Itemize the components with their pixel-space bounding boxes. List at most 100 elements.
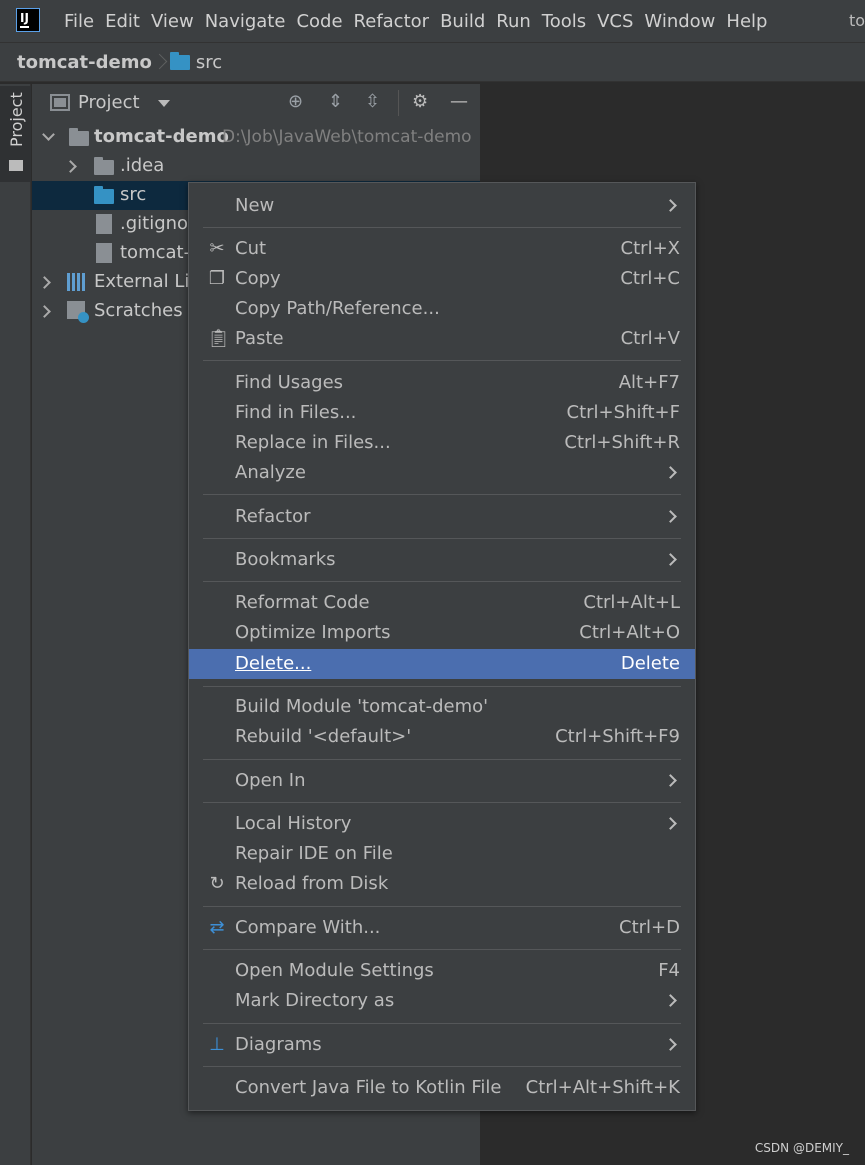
watermark: CSDN @DEMIY_ — [754, 1141, 849, 1155]
chevron-down-icon[interactable] — [42, 128, 55, 141]
chevron-right-icon — [664, 199, 677, 212]
menu-item-cut[interactable]: ✂ Cut Ctrl+X — [189, 234, 695, 264]
menu-separator — [203, 494, 681, 495]
menu-item-build-module[interactable]: Build Module 'tomcat-demo' — [189, 692, 695, 722]
menu-item-optimize-imports[interactable]: Optimize Imports Ctrl+Alt+O — [189, 618, 695, 648]
expand-all-icon[interactable]: ⇕ — [328, 92, 343, 112]
intellij-logo-icon: IJ — [16, 8, 40, 32]
menu-item-replace-in-files[interactable]: Replace in Files... Ctrl+Shift+R — [189, 428, 695, 458]
menu-tools[interactable]: Tools — [542, 11, 586, 32]
chevron-right-icon[interactable] — [38, 305, 51, 318]
chevron-right-icon — [664, 510, 677, 523]
gear-icon[interactable]: ⚙ — [412, 92, 428, 112]
tree-item-label: External Lib — [94, 271, 201, 292]
menu-item-label: Compare With... — [235, 917, 381, 938]
menu-item-open-module-settings[interactable]: Open Module Settings F4 — [189, 956, 695, 986]
chevron-right-icon[interactable] — [64, 160, 77, 173]
menu-item-label: Open In — [235, 770, 306, 791]
window-title: to — [848, 11, 865, 30]
menu-item-shortcut: F4 — [658, 960, 680, 981]
collapse-all-icon[interactable]: ⇳ — [365, 92, 380, 112]
menu-item-shortcut: Delete — [620, 653, 680, 674]
menu-item-label: Rebuild '<default>' — [235, 726, 412, 747]
compare-icon: ⇄ — [209, 917, 225, 938]
breadcrumb-project[interactable]: tomcat-demo — [17, 52, 152, 73]
menu-item-copy[interactable]: ❐ Copy Ctrl+C — [189, 264, 695, 294]
menu-build[interactable]: Build — [440, 11, 485, 32]
menu-item-label: Open Module Settings — [235, 960, 434, 981]
menu-item-reload-from-disk[interactable]: ↻ Reload from Disk — [189, 869, 695, 899]
menu-item-shortcut: Ctrl+Alt+L — [583, 592, 680, 613]
reload-icon: ↻ — [209, 873, 225, 894]
menu-separator — [203, 686, 681, 687]
menu-item-label: Convert Java File to Kotlin File — [235, 1077, 502, 1098]
menu-item-copy-path[interactable]: Copy Path/Reference... — [189, 294, 695, 324]
menu-item-label: Copy Path/Reference... — [235, 298, 440, 319]
tree-item-label: .idea — [120, 155, 165, 176]
hide-icon[interactable]: — — [450, 92, 468, 112]
menu-item-label: Analyze — [235, 462, 306, 483]
chevron-right-icon — [664, 774, 677, 787]
menu-item-shortcut: Ctrl+Shift+F — [566, 402, 680, 423]
menu-help[interactable]: Help — [726, 11, 767, 32]
menu-vcs[interactable]: VCS — [597, 11, 633, 32]
menu-item-label: Replace in Files... — [235, 432, 391, 453]
breadcrumb-src[interactable]: src — [196, 52, 222, 73]
menu-window[interactable]: Window — [644, 11, 715, 32]
chevron-right-icon — [664, 553, 677, 566]
menu-item-shortcut: Ctrl+Alt+Shift+K — [525, 1077, 680, 1098]
menu-item-label: Build Module 'tomcat-demo' — [235, 696, 489, 717]
menu-separator — [203, 538, 681, 539]
menu-item-label: Refactor — [235, 506, 311, 527]
library-icon — [67, 273, 87, 291]
menu-item-reformat-code[interactable]: Reformat Code Ctrl+Alt+L — [189, 588, 695, 618]
menu-item-convert-java-to-kotlin[interactable]: Convert Java File to Kotlin File Ctrl+Al… — [189, 1073, 695, 1103]
menu-item-label: Diagrams — [235, 1034, 322, 1055]
menu-item-delete[interactable]: Delete... Delete — [189, 649, 695, 679]
tree-item-path: D:\Job\JavaWeb\tomcat-demo — [222, 127, 472, 147]
menu-file[interactable]: File — [64, 11, 94, 32]
menu-item-label: Local History — [235, 813, 352, 834]
menu-item-compare-with[interactable]: ⇄ Compare With... Ctrl+D — [189, 913, 695, 943]
menu-separator — [203, 227, 681, 228]
menu-item-find-usages[interactable]: Find Usages Alt+F7 — [189, 368, 695, 398]
menu-item-paste[interactable]: 📋︎ Paste Ctrl+V — [189, 324, 695, 354]
menu-item-find-in-files[interactable]: Find in Files... Ctrl+Shift+F — [189, 398, 695, 428]
panel-title[interactable]: Project — [78, 92, 140, 113]
menu-navigate[interactable]: Navigate — [205, 11, 286, 32]
breadcrumb: tomcat-demo src — [0, 42, 865, 82]
menu-item-rebuild[interactable]: Rebuild '<default>' Ctrl+Shift+F9 — [189, 722, 695, 752]
menu-edit[interactable]: Edit — [105, 11, 140, 32]
source-folder-icon — [94, 186, 114, 204]
menu-item-bookmarks[interactable]: Bookmarks — [189, 545, 695, 575]
menu-item-new[interactable]: New — [189, 191, 695, 221]
menu-item-shortcut: Ctrl+V — [620, 328, 680, 349]
tree-item-root[interactable]: tomcat-demo D:\Job\JavaWeb\tomcat-demo — [32, 123, 480, 152]
menu-view[interactable]: View — [151, 11, 194, 32]
menu-bar: IJ File Edit View Navigate Code Refactor… — [0, 0, 865, 42]
module-file-icon — [96, 243, 112, 263]
menu-item-local-history[interactable]: Local History — [189, 809, 695, 839]
menu-separator — [203, 1023, 681, 1024]
chevron-right-icon — [664, 817, 677, 830]
diagrams-icon: ⊥ — [209, 1034, 225, 1055]
menu-item-shortcut: Alt+F7 — [618, 372, 680, 393]
menu-item-analyze[interactable]: Analyze — [189, 458, 695, 488]
menu-item-open-in[interactable]: Open In — [189, 766, 695, 796]
menu-item-repair-ide[interactable]: Repair IDE on File — [189, 839, 695, 869]
tree-item-idea[interactable]: .idea — [32, 152, 480, 181]
menu-item-mark-directory-as[interactable]: Mark Directory as — [189, 986, 695, 1016]
menu-separator — [203, 759, 681, 760]
project-tab-label[interactable]: Project — [7, 92, 26, 154]
chevron-right-icon[interactable] — [38, 276, 51, 289]
menu-refactor[interactable]: Refactor — [354, 11, 430, 32]
breadcrumb-separator — [156, 50, 166, 74]
menu-item-label: Optimize Imports — [235, 622, 391, 643]
locate-icon[interactable]: ⊕ — [288, 92, 303, 112]
menu-run[interactable]: Run — [496, 11, 531, 32]
menu-item-diagrams[interactable]: ⊥ Diagrams — [189, 1030, 695, 1060]
menu-item-shortcut: Ctrl+Shift+R — [564, 432, 680, 453]
menu-item-refactor[interactable]: Refactor — [189, 502, 695, 532]
chevron-down-icon[interactable] — [158, 100, 170, 107]
menu-code[interactable]: Code — [296, 11, 342, 32]
